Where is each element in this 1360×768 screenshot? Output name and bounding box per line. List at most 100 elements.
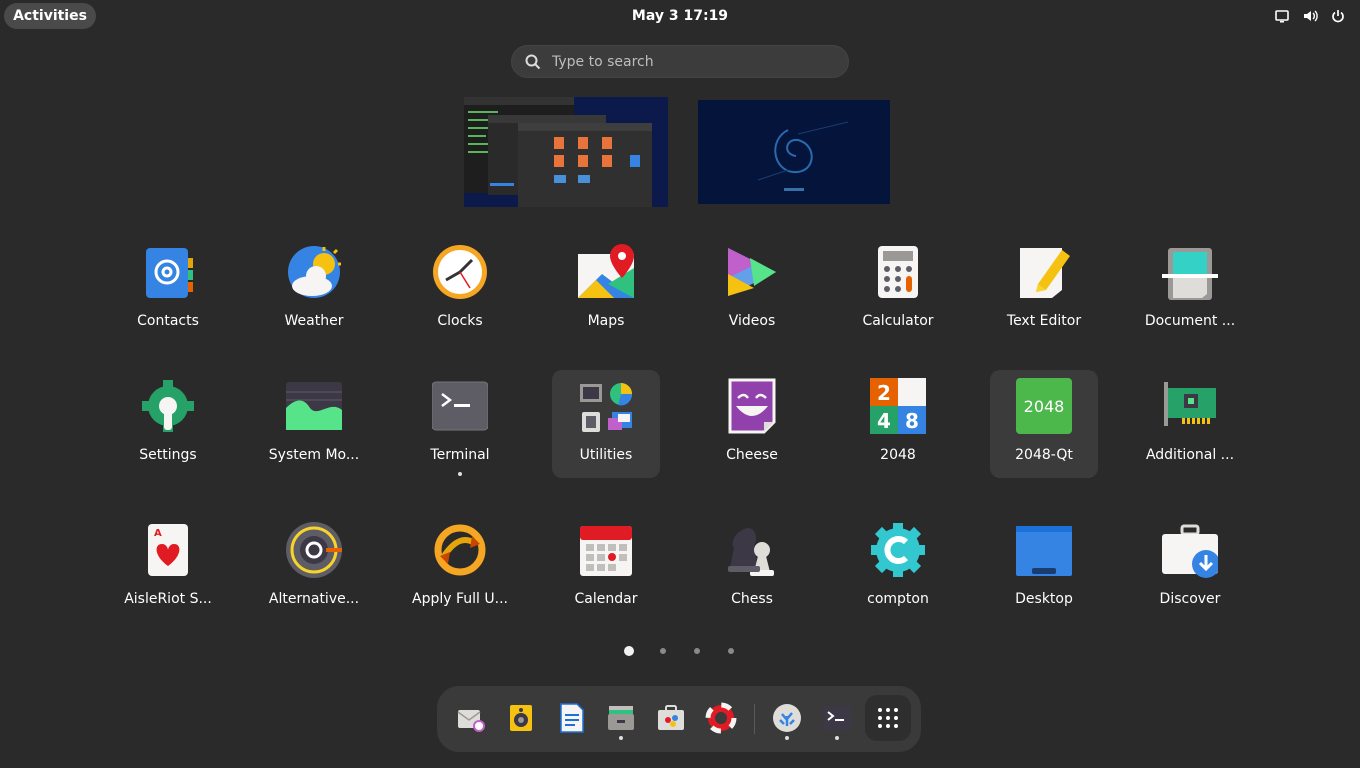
app-label: System Mo... [268,447,360,463]
weather-icon [286,244,342,300]
app-label: Text Editor [1006,313,1082,329]
app-maps[interactable]: Maps [552,236,660,344]
show-apps-button[interactable] [865,695,911,741]
app-calculator[interactable]: Calculator [844,236,952,344]
activities-button[interactable]: Activities [4,3,96,29]
writer-icon[interactable] [555,702,587,734]
app-label: 2048 [880,447,916,463]
app-text-editor[interactable]: Text Editor [990,236,1098,344]
desktop-icon [1016,522,1072,578]
app-additional-drivers[interactable]: Additional ... [1136,370,1244,478]
videos-icon [724,244,780,300]
app-weather[interactable]: Weather [260,236,368,344]
discover-icon [1162,522,1220,578]
app-label: Document ... [1144,313,1236,329]
clock-button[interactable]: May 3 17:19 [600,0,760,32]
app-chess[interactable]: Chess [698,514,806,622]
app-alternative[interactable]: Alternative... [260,514,368,622]
calendar-icon [578,522,634,578]
running-indicator [458,472,462,476]
app-label: Utilities [579,447,633,463]
2048-icon: 2 4 8 [870,378,926,434]
help-icon[interactable] [705,702,737,734]
page-dot-3[interactable] [694,648,700,654]
app-settings[interactable]: Settings [114,370,222,478]
aisleriot-icon: A [140,522,196,578]
page-dot-4[interactable] [728,648,734,654]
top-bar: Activities May 3 17:19 [0,0,1360,32]
app-label: compton [867,591,929,607]
app-label: Desktop [1015,591,1073,607]
app-label: Calendar [574,591,638,607]
cheese-icon [724,378,780,434]
utilities-folder-icon [578,378,634,434]
app-label: Calculator [862,313,934,329]
app-videos[interactable]: Videos [698,236,806,344]
app-2048[interactable]: 2 4 8 2048 [844,370,952,478]
volume-icon[interactable] [1302,8,1318,24]
2048-qt-icon: 2048 [1016,378,1072,434]
app-clocks[interactable]: Clocks [406,236,514,344]
terminal-icon [431,378,489,434]
compton-icon [870,522,926,578]
system-status-area[interactable] [1274,8,1346,24]
dash [437,686,921,752]
software-icon[interactable] [655,702,687,734]
app-contacts[interactable]: Contacts [114,236,222,344]
app-label: Apply Full U... [412,591,508,607]
dash-separator [754,704,755,734]
debian-icon[interactable] [771,702,803,734]
app-label: Contacts [137,313,199,329]
app-calendar[interactable]: Calendar [552,514,660,622]
clocks-icon [432,244,488,300]
app-discover[interactable]: Discover [1136,514,1244,622]
mail-icon[interactable] [455,702,487,734]
apply-full-upgrade-icon [432,522,488,578]
app-apply-full-upgrade[interactable]: Apply Full U... [406,514,514,622]
tile-2048: 2048 [1024,397,1065,416]
running-indicator [835,736,839,740]
chess-icon [724,522,780,578]
workspace-thumbnail-2[interactable] [698,100,890,204]
search-icon [524,53,542,71]
terminal-icon[interactable] [821,702,853,734]
app-label: AisleRiot S... [124,591,212,607]
app-label: Alternative... [268,591,360,607]
search-input[interactable] [552,51,832,73]
app-document-scanner[interactable]: Document ... [1136,236,1244,344]
tile-2: 2 [877,381,891,405]
app-utilities-folder[interactable]: Utilities [552,370,660,478]
document-scanner-icon [1162,244,1218,300]
files-icon[interactable] [605,702,637,734]
search-bar[interactable] [511,45,849,78]
app-cheese[interactable]: Cheese [698,370,806,478]
app-system-monitor[interactable]: System Mo... [260,370,368,478]
screen-icon[interactable] [1274,8,1290,24]
app-compton[interactable]: compton [844,514,952,622]
show-apps-icon [876,706,900,730]
page-dot-2[interactable] [660,648,666,654]
app-label: Discover [1159,591,1221,607]
app-label: Additional ... [1145,447,1235,463]
workspace-thumbnail-1[interactable] [464,97,668,207]
page-dot-1[interactable] [624,646,634,656]
app-desktop[interactable]: Desktop [990,514,1098,622]
running-indicator [619,736,623,740]
app-label: Settings [139,447,197,463]
app-aisleriot[interactable]: A AisleRiot S... [114,514,222,622]
app-label: Chess [731,591,773,607]
app-terminal[interactable]: Terminal [406,370,514,478]
app-label: Weather [284,313,344,329]
text-editor-icon [1016,244,1072,300]
system-monitor-icon [286,378,342,434]
calculator-icon [870,244,926,300]
svg-text:A: A [154,528,162,539]
contacts-icon [140,244,196,300]
app-2048-qt[interactable]: 2048 2048-Qt [990,370,1098,478]
power-icon[interactable] [1330,8,1346,24]
rhythmbox-icon[interactable] [505,702,537,734]
app-label: Cheese [726,447,778,463]
app-label: Clocks [437,313,483,329]
settings-icon [140,378,196,434]
maps-icon [578,244,634,300]
